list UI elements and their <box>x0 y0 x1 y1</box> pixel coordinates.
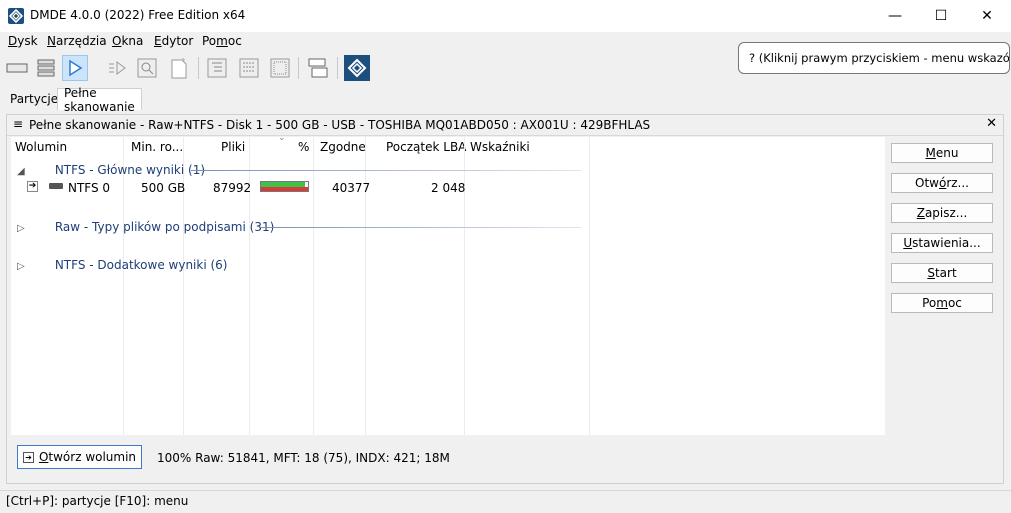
toolbar-separator <box>337 57 338 79</box>
status-bar: [Ctrl+P]: partycje [F10]: menu <box>0 490 1011 513</box>
grid-view-button[interactable] <box>267 55 293 81</box>
menu-edytor[interactable]: Edytor <box>154 34 193 48</box>
minimize-button[interactable]: — <box>872 0 918 32</box>
toolbar-separator <box>298 57 299 79</box>
windows-icon <box>308 58 328 78</box>
expand-triangle-icon[interactable]: ▷ <box>17 261 29 272</box>
drive-icon <box>49 183 63 189</box>
panel-header: ≡ Pełne skanowanie - Raw+NTFS - Disk 1 -… <box>7 115 1003 136</box>
hint-tooltip-text: ? (Kliknij prawym przyciskiem - menu wsk… <box>749 51 1010 65</box>
open-volume-icon: ➔ <box>22 451 34 463</box>
full-scan-button[interactable] <box>62 55 88 81</box>
group-label: Raw - Typy plików po podpisami (31) <box>54 220 275 234</box>
windows-button[interactable] <box>305 55 331 81</box>
maximize-button[interactable]: ☐ <box>918 0 964 32</box>
volume-size: 500 GB <box>141 181 186 195</box>
full-scan-panel: ≡ Pełne skanowanie - Raw+NTFS - Disk 1 -… <box>6 114 1004 484</box>
new-file-button[interactable] <box>166 55 192 81</box>
tab-pelne-skanowanie-label: Pełne skanowanie <box>64 85 135 114</box>
scan-status-text: 100% Raw: 51841, MFT: 18 (75), INDX: 421… <box>157 451 450 465</box>
step-icon <box>109 61 126 75</box>
matched-count: 40377 <box>332 181 371 195</box>
group-separator-line <box>191 170 581 171</box>
open-volume-row-icon[interactable]: ➔ <box>27 181 38 192</box>
close-icon: ✕ <box>981 8 993 24</box>
open-button[interactable]: Otw ó rz... <box>891 173 993 193</box>
partitions-icon <box>37 59 55 77</box>
column-header-poczatek-lba[interactable]: Początek LBA <box>386 140 466 154</box>
dmde-app-icon <box>8 8 24 24</box>
partitions-button[interactable] <box>33 55 59 81</box>
play-icon <box>69 59 83 77</box>
group-separator-line <box>259 227 581 228</box>
document-icon <box>171 58 187 79</box>
help-button[interactable]: Po m oc <box>891 293 993 313</box>
group-raw-typy-plikow[interactable]: ▷ Raw - Typy plików po podpisami (31) <box>17 220 274 234</box>
expand-triangle-icon[interactable]: ▷ <box>17 223 29 234</box>
group-label: NTFS - Dodatkowe wyniki (6) <box>54 258 228 272</box>
maximize-icon: ☐ <box>934 8 948 24</box>
tree-view-button[interactable] <box>204 55 230 81</box>
panel-bottom-bar: ➔ Otwórz wolumin 100% Raw: 51841, MFT: 1… <box>7 439 1003 483</box>
menu-pomoc[interactable]: Pomoc <box>202 34 242 48</box>
list-icon <box>239 58 259 78</box>
menu-dysk[interactable]: Dysk <box>8 34 38 48</box>
group-label: NTFS - Główne wyniki (1) <box>54 163 206 177</box>
column-header-zgodne[interactable]: Zgodne <box>320 140 366 154</box>
open-volume-tool-button[interactable] <box>104 55 130 81</box>
column-header-pliki[interactable]: Pliki <box>221 140 245 154</box>
hint-tooltip: ? (Kliknij prawym przyciskiem - menu wsk… <box>738 42 1010 74</box>
find-button[interactable] <box>134 55 160 81</box>
file-count: 87992 <box>213 181 252 195</box>
tab-pelne-skanowanie[interactable]: Pełne skanowanie <box>57 86 142 114</box>
table-row[interactable]: ➔ NTFS 0 500 GB 87992 40377 2 048 <box>11 179 885 197</box>
tab-partycje[interactable]: Partycje <box>4 88 64 110</box>
close-button[interactable]: ✕ <box>964 0 1010 32</box>
start-button[interactable]: Start <box>891 263 993 283</box>
column-header-min-rozmiar[interactable]: Min. ro... <box>131 140 183 154</box>
progress-red-fill <box>261 187 308 191</box>
list-view-button[interactable] <box>236 55 262 81</box>
dmde-logo-icon <box>347 58 367 78</box>
tree-icon <box>207 58 227 78</box>
toolbar-separator <box>198 57 199 79</box>
group-ntfs-dodatkowe[interactable]: ▷ NTFS - Dodatkowe wyniki (6) <box>17 258 228 272</box>
settings-button[interactable]: Ustawienia... <box>891 233 993 253</box>
column-header-wolumin[interactable]: Wolumin <box>15 140 67 154</box>
dmde-logo-button[interactable] <box>344 55 370 81</box>
scan-results-list[interactable]: Wolumin Min. ro... Pliki % Zgodne Począt… <box>11 133 885 435</box>
disk-button[interactable] <box>4 55 30 81</box>
status-bar-text: [Ctrl+P]: partycje [F10]: menu <box>6 494 189 508</box>
window-title: DMDE 4.0.0 (2022) Free Edition x64 <box>30 8 246 22</box>
menu-okna[interactable]: Okna <box>112 34 143 48</box>
grid-icon <box>270 58 290 78</box>
open-volume-button[interactable]: ➔ Otwórz wolumin <box>17 445 142 469</box>
column-header-procent[interactable]: % <box>298 140 309 154</box>
magnifier-icon <box>137 58 157 78</box>
collapse-triangle-icon[interactable]: ◢ <box>17 166 29 177</box>
volume-name: NTFS 0 <box>68 181 111 195</box>
menu-narzedzia[interactable]: Narzędzia <box>47 34 107 48</box>
title-bar: DMDE 4.0.0 (2022) Free Edition x64 — ☐ ✕ <box>0 0 1011 32</box>
panel-menu-icon[interactable]: ≡ <box>13 117 23 131</box>
panel-title: Pełne skanowanie - Raw+NTFS - Disk 1 - 5… <box>29 118 651 132</box>
save-button[interactable]: Zapisz... <box>891 203 993 223</box>
sort-indicator-icon: ⌄ <box>278 133 286 143</box>
group-ntfs-glowne[interactable]: ◢ NTFS - Główne wyniki (1) <box>17 163 205 177</box>
menu-button[interactable]: Menu <box>891 143 993 163</box>
disk-icon <box>6 63 28 73</box>
match-progress-bar <box>260 181 309 192</box>
start-lba: 2 048 <box>431 181 466 195</box>
tab-partycje-label: Partycje <box>10 92 59 106</box>
panel-close-icon[interactable]: ✕ <box>986 116 997 131</box>
column-header-wskazniki[interactable]: Wskaźniki <box>470 140 530 154</box>
minimize-icon: — <box>888 8 902 24</box>
